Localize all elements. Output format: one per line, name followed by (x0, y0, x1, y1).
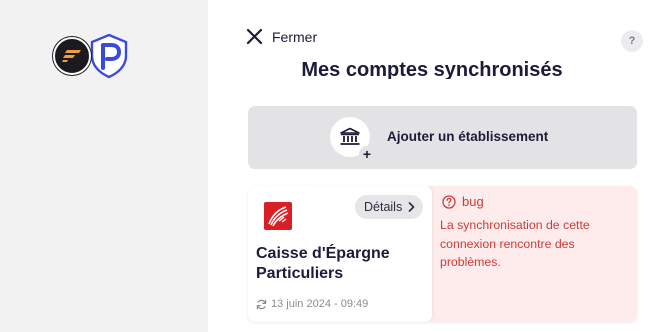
account-card: Détails Caisse d'Épargne Particuliers 13… (248, 186, 637, 322)
bank-building-icon (340, 127, 360, 145)
main-panel: Fermer ? Mes comptes synchronisés + Ajou… (208, 0, 656, 332)
page-title: Mes comptes synchronisés (301, 59, 563, 79)
close-label: Fermer (272, 28, 318, 45)
account-name: Caisse d'Épargne Particuliers (256, 245, 390, 282)
add-bank-label: Ajouter un établissement (387, 129, 549, 144)
sync-icon (256, 299, 267, 309)
status-label: bug (462, 194, 484, 209)
close-button[interactable]: Fermer (246, 28, 317, 45)
plus-icon: + (359, 146, 375, 162)
details-button[interactable]: Détails (355, 195, 424, 219)
close-icon (246, 28, 263, 45)
sidebar (0, 0, 208, 332)
account-info-panel: Détails Caisse d'Épargne Particuliers 13… (248, 186, 432, 322)
add-bank-button[interactable]: + Ajouter un établissement (248, 106, 637, 169)
last-sync: 13 juin 2024 - 09:49 (256, 298, 368, 310)
status-header: bug (442, 194, 484, 209)
partner-logo-icon (88, 33, 130, 79)
caisse-epargne-logo (264, 202, 292, 230)
bank-icon-circle: + (330, 117, 375, 162)
status-message: La synchronisation de cette connexion re… (440, 218, 590, 269)
chevron-right-icon (408, 202, 415, 212)
warning-icon (442, 194, 456, 209)
app-logo-icon (53, 37, 91, 75)
details-label: Détails (364, 200, 403, 214)
help-icon: ? (628, 35, 636, 47)
help-button[interactable]: ? (621, 30, 643, 52)
last-sync-date: 13 juin 2024 - 09:49 (271, 298, 369, 310)
